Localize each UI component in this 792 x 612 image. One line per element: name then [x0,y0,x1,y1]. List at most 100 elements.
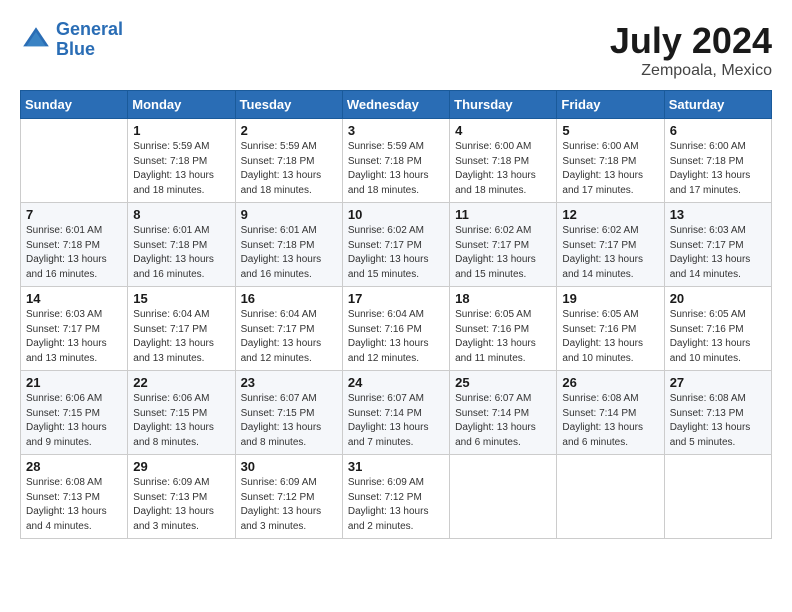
day-number: 6 [670,123,766,138]
calendar-cell: 6 Sunrise: 6:00 AM Sunset: 7:18 PM Daylig… [664,119,771,203]
day-info: Sunrise: 5:59 AM Sunset: 7:18 PM Dayligh… [241,140,337,198]
weekday-header-wednesday: Wednesday [342,91,449,119]
location: Zempoala, Mexico [610,62,772,80]
logo: General Blue [20,20,123,60]
day-number: 11 [455,207,551,222]
day-info: Sunrise: 6:04 AM Sunset: 7:17 PM Dayligh… [133,308,229,366]
calendar-cell: 23Sunrise: 6:07 AM Sunset: 7:15 PM Dayli… [235,371,342,455]
calendar-cell: 13 Sunrise: 6:03 AM Sunset: 7:17 PM Dayli… [664,203,771,287]
calendar-cell: 22Sunrise: 6:06 AM Sunset: 7:15 PM Dayli… [128,371,235,455]
day-number: 2 [241,123,337,138]
day-number: 19 [562,291,658,306]
calendar-cell: 18Sunrise: 6:05 AM Sunset: 7:16 PM Dayli… [450,287,557,371]
calendar-week-row: 21Sunrise: 6:06 AM Sunset: 7:15 PM Dayli… [21,371,772,455]
calendar-cell: 5 Sunrise: 6:00 AM Sunset: 7:18 PM Daylig… [557,119,664,203]
day-info: Sunrise: 6:07 AM Sunset: 7:14 PM Dayligh… [348,392,444,450]
day-info: Sunrise: 6:09 AM Sunset: 7:12 PM Dayligh… [348,476,444,534]
calendar-cell: 27 Sunrise: 6:08 AM Sunset: 7:13 PM Dayli… [664,371,771,455]
day-number: 10 [348,207,444,222]
day-info: Sunrise: 6:01 AM Sunset: 7:18 PM Dayligh… [241,224,337,282]
day-info: Sunrise: 6:07 AM Sunset: 7:14 PM Dayligh… [455,392,551,450]
day-info: Sunrise: 6:05 AM Sunset: 7:16 PM Dayligh… [562,308,658,366]
day-info: Sunrise: 6:00 AM Sunset: 7:18 PM Dayligh… [670,140,766,198]
day-number: 17 [348,291,444,306]
calendar-cell: 15 Sunrise: 6:04 AM Sunset: 7:17 PM Dayli… [128,287,235,371]
calendar-cell: 4 Sunrise: 6:00 AM Sunset: 7:18 PM Daylig… [450,119,557,203]
logo-line1: General [56,19,123,39]
day-info: Sunrise: 6:08 AM Sunset: 7:13 PM Dayligh… [26,476,122,534]
calendar-cell: 24 Sunrise: 6:07 AM Sunset: 7:14 PM Dayli… [342,371,449,455]
day-info: Sunrise: 6:05 AM Sunset: 7:16 PM Dayligh… [670,308,766,366]
calendar-cell: 12Sunrise: 6:02 AM Sunset: 7:17 PM Dayli… [557,203,664,287]
day-info: Sunrise: 6:02 AM Sunset: 7:17 PM Dayligh… [455,224,551,282]
calendar-cell: 26 Sunrise: 6:08 AM Sunset: 7:14 PM Dayli… [557,371,664,455]
day-number: 14 [26,291,122,306]
calendar-cell: 29Sunrise: 6:09 AM Sunset: 7:13 PM Dayli… [128,455,235,539]
calendar-cell: 30Sunrise: 6:09 AM Sunset: 7:12 PM Dayli… [235,455,342,539]
day-info: Sunrise: 6:01 AM Sunset: 7:18 PM Dayligh… [26,224,122,282]
day-number: 9 [241,207,337,222]
day-info: Sunrise: 6:09 AM Sunset: 7:13 PM Dayligh… [133,476,229,534]
day-info: Sunrise: 6:02 AM Sunset: 7:17 PM Dayligh… [562,224,658,282]
calendar-table: SundayMondayTuesdayWednesdayThursdayFrid… [20,90,772,539]
page-header: General Blue July 2024 Zempoala, Mexico [20,20,772,80]
month-year: July 2024 [610,20,772,62]
calendar-cell [450,455,557,539]
day-number: 25 [455,375,551,390]
calendar-cell: 31 Sunrise: 6:09 AM Sunset: 7:12 PM Dayli… [342,455,449,539]
day-number: 5 [562,123,658,138]
logo-text: General Blue [56,20,123,60]
day-number: 4 [455,123,551,138]
calendar-cell: 3 Sunrise: 5:59 AM Sunset: 7:18 PM Daylig… [342,119,449,203]
weekday-header-friday: Friday [557,91,664,119]
day-info: Sunrise: 5:59 AM Sunset: 7:18 PM Dayligh… [348,140,444,198]
day-number: 28 [26,459,122,474]
day-number: 27 [670,375,766,390]
calendar-week-row: 1Sunrise: 5:59 AM Sunset: 7:18 PM Daylig… [21,119,772,203]
calendar-cell: 10Sunrise: 6:02 AM Sunset: 7:17 PM Dayli… [342,203,449,287]
day-number: 13 [670,207,766,222]
day-info: Sunrise: 5:59 AM Sunset: 7:18 PM Dayligh… [133,140,229,198]
calendar-cell: 28 Sunrise: 6:08 AM Sunset: 7:13 PM Dayli… [21,455,128,539]
calendar-cell: 19 Sunrise: 6:05 AM Sunset: 7:16 PM Dayli… [557,287,664,371]
day-number: 20 [670,291,766,306]
day-info: Sunrise: 6:00 AM Sunset: 7:18 PM Dayligh… [455,140,551,198]
calendar-cell: 14 Sunrise: 6:03 AM Sunset: 7:17 PM Dayli… [21,287,128,371]
calendar-cell: 1Sunrise: 5:59 AM Sunset: 7:18 PM Daylig… [128,119,235,203]
day-number: 7 [26,207,122,222]
day-number: 23 [241,375,337,390]
day-info: Sunrise: 6:03 AM Sunset: 7:17 PM Dayligh… [26,308,122,366]
logo-line2: Blue [56,40,123,60]
calendar-cell: 20 Sunrise: 6:05 AM Sunset: 7:16 PM Dayli… [664,287,771,371]
weekday-header-tuesday: Tuesday [235,91,342,119]
title-block: July 2024 Zempoala, Mexico [610,20,772,80]
calendar-cell: 9 Sunrise: 6:01 AM Sunset: 7:18 PM Daylig… [235,203,342,287]
day-number: 30 [241,459,337,474]
day-number: 24 [348,375,444,390]
calendar-cell: 11 Sunrise: 6:02 AM Sunset: 7:17 PM Dayli… [450,203,557,287]
day-info: Sunrise: 6:08 AM Sunset: 7:14 PM Dayligh… [562,392,658,450]
weekday-header-thursday: Thursday [450,91,557,119]
day-number: 22 [133,375,229,390]
calendar-week-row: 28 Sunrise: 6:08 AM Sunset: 7:13 PM Dayli… [21,455,772,539]
day-number: 26 [562,375,658,390]
weekday-header-monday: Monday [128,91,235,119]
logo-icon [20,24,52,56]
calendar-cell: 7 Sunrise: 6:01 AM Sunset: 7:18 PM Daylig… [21,203,128,287]
calendar-cell [557,455,664,539]
day-info: Sunrise: 6:08 AM Sunset: 7:13 PM Dayligh… [670,392,766,450]
day-number: 3 [348,123,444,138]
calendar-cell: 25 Sunrise: 6:07 AM Sunset: 7:14 PM Dayli… [450,371,557,455]
calendar-cell: 2 Sunrise: 5:59 AM Sunset: 7:18 PM Daylig… [235,119,342,203]
day-number: 21 [26,375,122,390]
weekday-header-saturday: Saturday [664,91,771,119]
day-info: Sunrise: 6:00 AM Sunset: 7:18 PM Dayligh… [562,140,658,198]
day-number: 31 [348,459,444,474]
calendar-cell: 17Sunrise: 6:04 AM Sunset: 7:16 PM Dayli… [342,287,449,371]
calendar-cell: 8 Sunrise: 6:01 AM Sunset: 7:18 PM Daylig… [128,203,235,287]
day-number: 8 [133,207,229,222]
calendar-week-row: 7 Sunrise: 6:01 AM Sunset: 7:18 PM Daylig… [21,203,772,287]
day-info: Sunrise: 6:01 AM Sunset: 7:18 PM Dayligh… [133,224,229,282]
day-number: 15 [133,291,229,306]
day-info: Sunrise: 6:03 AM Sunset: 7:17 PM Dayligh… [670,224,766,282]
